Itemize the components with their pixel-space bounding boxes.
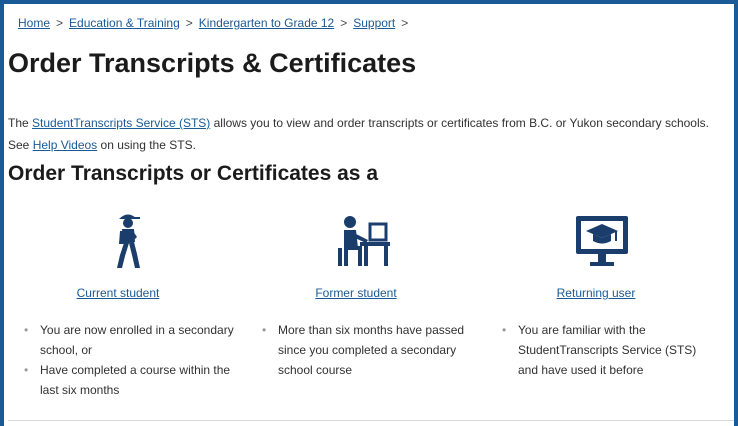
list-item: Have completed a course within the last … (24, 360, 238, 400)
intro-paragraph: The StudentTranscripts Service (STS) all… (8, 112, 720, 156)
list-item: More than six months have passed since y… (262, 320, 476, 380)
section-title: Order Transcripts or Certificates as a (8, 162, 378, 185)
current-student-list: You are now enrolled in a secondary scho… (18, 320, 238, 400)
intro-text: on using the STS. (97, 138, 196, 152)
list-item: You are familiar with the StudentTranscr… (502, 320, 716, 380)
breadcrumb: Home > Education & Training > Kindergarten t… (18, 16, 414, 30)
former-student-list: More than six months have passed since y… (256, 320, 476, 380)
graduation-monitor-icon (576, 216, 628, 266)
sts-link[interactable]: StudentTranscripts Service (STS) (32, 116, 210, 130)
walking-student-icon (117, 214, 140, 268)
returning-user-link[interactable]: Returning user (496, 286, 696, 300)
page-title: Order Transcripts & Certificates (8, 48, 417, 78)
breadcrumb-k12-link[interactable]: Kindergarten to Grade 12 (199, 16, 334, 30)
breadcrumb-separator: > (401, 16, 409, 30)
list-item: You are now enrolled in a secondary scho… (24, 320, 238, 360)
breadcrumb-separator: > (185, 16, 193, 30)
breadcrumb-support-link[interactable]: Support (353, 16, 395, 30)
intro-text: The (8, 116, 33, 130)
page: Home > Education & Training > Kindergarten t… (4, 4, 734, 426)
former-student-link[interactable]: Former student (256, 286, 456, 300)
breadcrumb-separator: > (56, 16, 64, 30)
divider (8, 420, 734, 421)
returning-user-list: You are familiar with the StudentTranscr… (496, 320, 716, 380)
current-student-link[interactable]: Current student (18, 286, 218, 300)
breadcrumb-home-link[interactable]: Home (18, 16, 50, 30)
breadcrumb-education-link[interactable]: Education & Training (69, 16, 180, 30)
person-at-desk-icon (338, 216, 390, 266)
help-videos-link[interactable]: Help Videos (33, 138, 98, 152)
breadcrumb-separator: > (340, 16, 348, 30)
